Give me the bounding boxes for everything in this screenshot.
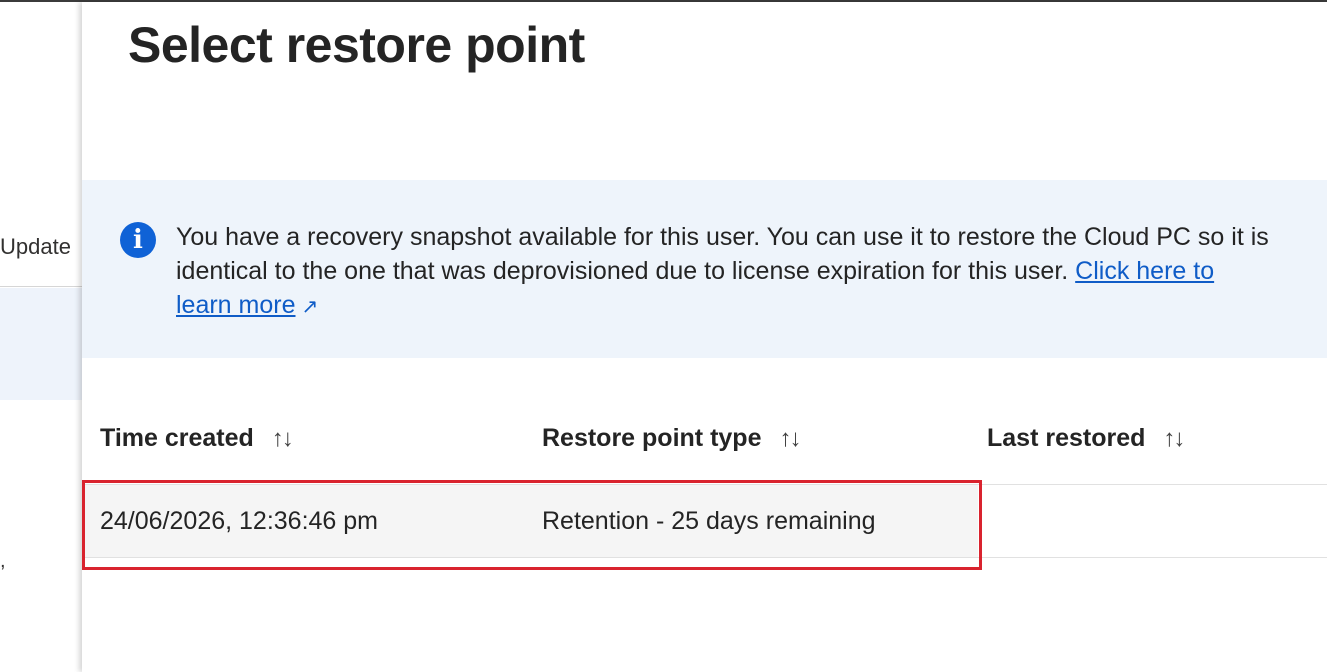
sort-icon[interactable]: ↑↓ — [272, 425, 294, 452]
column-header-label: Last restored — [987, 424, 1146, 452]
background-selected-row — [0, 288, 82, 400]
sort-icon[interactable]: ↑↓ — [1163, 425, 1185, 452]
panel-title: Select restore point — [128, 17, 585, 73]
table-header: Time created ↑↓ Restore point type ↑↓ Last… — [82, 402, 1327, 485]
column-header-label: Time created — [100, 424, 254, 452]
learn-more-link[interactable]: learn more — [176, 291, 296, 319]
table-row[interactable]: 24/06/2026, 12:36:46 pm Retention - 25 d… — [82, 485, 1327, 558]
cell-restore-point-type: Retention - 25 days remaining — [542, 507, 876, 535]
background-page: Update , — [0, 2, 90, 672]
info-message-bar: i You have a recovery snapshot available… — [82, 180, 1327, 358]
column-header-time-created[interactable]: Time created ↑↓ — [100, 424, 294, 453]
info-icon: i — [120, 222, 156, 258]
info-line-1: You have a recovery snapshot available f… — [176, 223, 1269, 251]
click-here-link[interactable]: Click here to — [1075, 257, 1214, 285]
external-link-icon[interactable]: ↗ — [302, 296, 319, 318]
column-header-last-restored[interactable]: Last restored ↑↓ — [987, 424, 1185, 453]
cell-time-created: 24/06/2026, 12:36:46 pm — [100, 507, 379, 535]
info-line-2: identical to the one that was deprovisio… — [176, 254, 1327, 288]
column-header-label: Restore point type — [542, 424, 762, 452]
info-line-2-text: identical to the one that was deprovisio… — [176, 257, 1076, 285]
background-comma: , — [0, 550, 6, 572]
background-divider — [0, 286, 82, 287]
sort-icon[interactable]: ↑↓ — [779, 425, 801, 452]
column-header-restore-point-type[interactable]: Restore point type ↑↓ — [542, 424, 801, 453]
info-line-3: learn more ↗ — [176, 288, 1327, 324]
info-message-text: You have a recovery snapshot available f… — [176, 220, 1327, 324]
restore-point-panel: Select restore point i You have a recove… — [82, 2, 1327, 672]
background-update-label: Update — [0, 234, 71, 259]
